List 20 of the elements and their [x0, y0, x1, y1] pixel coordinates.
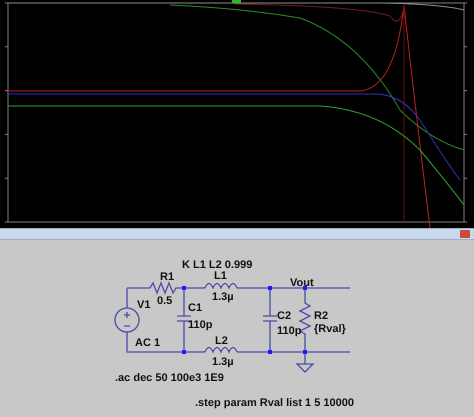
component-name: C2 [277, 311, 292, 322]
component-name: V1 [137, 300, 150, 311]
component-value: AC 1 [135, 338, 160, 349]
close-button[interactable] [460, 230, 470, 238]
component-value: 110p [277, 326, 302, 337]
net-label: Vout [290, 278, 314, 289]
component-name: L1 [214, 271, 227, 282]
component-value: 0.5 [157, 296, 172, 307]
component-name: R2 [314, 311, 328, 322]
component-name: R1 [160, 272, 174, 283]
component-value: 110p [188, 320, 212, 331]
spice-directive: .step param Rval list 1 5 10000 [195, 398, 354, 409]
component-name: L2 [215, 336, 228, 347]
coupling-directive: K L1 L2 0.999 [182, 260, 252, 271]
component-value: 1.3µ [212, 357, 234, 368]
component-name: C1 [188, 303, 202, 314]
cursor-marker[interactable] [232, 0, 241, 3]
component-value: {Rval} [314, 324, 346, 335]
component-value: 1.3µ [212, 292, 234, 303]
spice-directive: .ac dec 50 100e3 1E9 [115, 373, 224, 384]
